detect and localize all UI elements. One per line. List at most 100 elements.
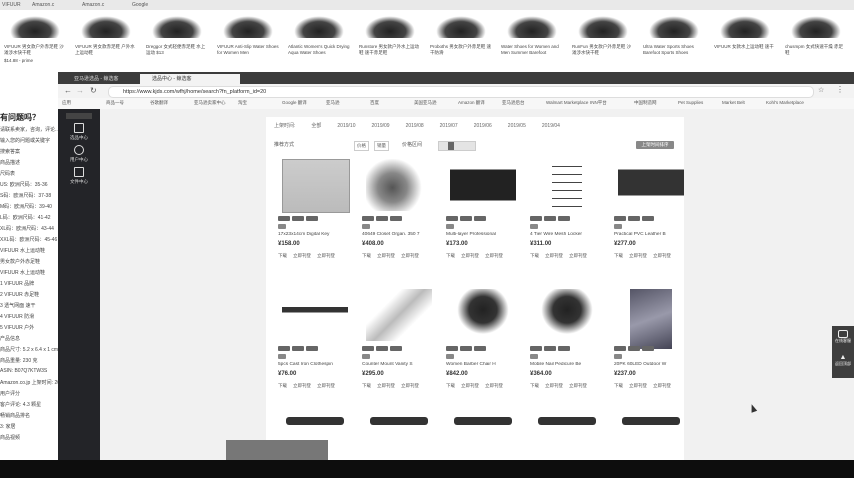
shoe-caption[interactable]: Proboths 男女款户外赤足鞋 速干防滑 xyxy=(430,44,492,58)
bookmark-item[interactable]: 亚马逊后台 xyxy=(502,100,525,106)
product-card[interactable]: Practical PVC Leather B ¥277.00 下载 立即刊登 立即刊登 xyxy=(614,159,688,265)
list-now-button[interactable]: 立即刊登 xyxy=(401,383,419,388)
bookmark-item[interactable]: 亚马逊卖家中心 xyxy=(194,100,226,106)
bookmark-item[interactable]: Pet Supplies xyxy=(678,100,703,105)
shoe-image[interactable] xyxy=(649,16,699,38)
list-now-button[interactable]: 立即刊登 xyxy=(545,253,563,258)
list-now-button[interactable]: 立即刊登 xyxy=(317,253,335,258)
menu-icon[interactable]: ⋮ xyxy=(836,85,844,94)
shoe-image[interactable] xyxy=(365,16,415,38)
download-button[interactable]: 下载 xyxy=(446,383,455,388)
shoe-product[interactable]: VIFUUR 男女款户外赤足鞋 沙滩涉水快干鞋 $14.88 - prime xyxy=(2,10,68,68)
product-title[interactable]: Practical PVC Leather B xyxy=(614,232,688,237)
shoe-image[interactable] xyxy=(507,16,557,38)
bookmark-item[interactable]: 淘宝 xyxy=(238,100,247,106)
nav-selection-center[interactable]: 选品中心 xyxy=(64,123,94,143)
back-icon[interactable]: ← xyxy=(64,86,72,95)
shoe-caption[interactable]: VIFUUR 男女款户外赤足鞋 沙滩涉水快干鞋 xyxy=(4,44,66,58)
shoe-image[interactable] xyxy=(720,16,770,38)
bg-tab[interactable]: Amazon.c xyxy=(32,1,54,9)
reload-icon[interactable]: ↻ xyxy=(90,86,97,95)
list-now-button[interactable]: 立即刊登 xyxy=(317,383,335,388)
shoe-product[interactable]: RunFun 男女款户外赤足鞋 沙滩涉水快干鞋 xyxy=(570,10,636,68)
bookmark-item[interactable]: 应用 xyxy=(62,100,71,106)
download-button[interactable]: 下载 xyxy=(530,253,539,258)
bg-tab[interactable]: VIFUUR xyxy=(2,1,21,9)
product-card[interactable]: Multi-layer Professional ¥173.00 下载 立即刊登 立即刊… xyxy=(446,159,520,265)
nav-user-center[interactable]: 用户中心 xyxy=(64,145,94,165)
shoe-caption[interactable]: VIFUUR Anti-Slip Water Shoes for Women M… xyxy=(217,44,279,58)
bookmark-item[interactable]: 中国制造网 xyxy=(634,100,657,106)
list-now-button[interactable]: 立即刊登 xyxy=(461,253,479,258)
shoe-caption[interactable]: Water Shoes for Women and Men Summer Bar… xyxy=(501,44,563,58)
product-image[interactable] xyxy=(622,417,680,425)
range-toggle[interactable] xyxy=(438,141,476,151)
shoe-caption[interactable]: Atlantic Women's Quick Drying Aqua Water… xyxy=(288,44,350,58)
customer-service-button[interactable]: 在线客服 xyxy=(834,330,852,344)
product-image[interactable] xyxy=(630,289,672,349)
shoe-image[interactable] xyxy=(81,16,131,38)
product-image[interactable] xyxy=(366,289,432,341)
shoe-product[interactable]: Proboths 男女款户外赤足鞋 速干防滑 xyxy=(428,10,494,68)
date-filter-option[interactable]: 2019/10 xyxy=(337,123,355,129)
product-title[interactable]: 40649 Closet Organ. 350 7 xyxy=(362,232,436,237)
date-filter-option[interactable]: 2019/09 xyxy=(371,123,389,129)
product-image[interactable] xyxy=(450,159,516,211)
shoe-caption[interactable]: VIFUUR 男女款赤足鞋 户外水上运动鞋 xyxy=(75,44,137,58)
product-image[interactable] xyxy=(366,159,432,211)
product-image[interactable] xyxy=(454,417,512,425)
list-now-button[interactable]: 立即刊登 xyxy=(629,383,647,388)
list-now-button[interactable]: 立即刊登 xyxy=(377,383,395,388)
sort-button[interactable]: 上架时间排序 xyxy=(636,141,674,149)
shoe-image[interactable] xyxy=(436,16,486,38)
date-filter-option[interactable]: 2019/08 xyxy=(406,123,424,129)
list-now-button[interactable]: 立即刊登 xyxy=(293,383,311,388)
download-button[interactable]: 下载 xyxy=(362,253,371,258)
product-image[interactable] xyxy=(534,289,600,341)
bookmark-item[interactable]: Google 翻译 xyxy=(282,100,307,106)
download-button[interactable]: 下载 xyxy=(530,383,539,388)
shoe-product[interactable]: Ultra Water Sports Shoes Barefoot Sports… xyxy=(641,10,707,68)
list-now-button[interactable]: 立即刊登 xyxy=(293,253,311,258)
shoe-image[interactable] xyxy=(578,16,628,38)
bookmark-item[interactable]: Amazon 翻译 xyxy=(458,100,485,106)
shoe-caption[interactable]: RunFun 男女款户外赤足鞋 沙滩涉水快干鞋 xyxy=(572,44,634,58)
product-image[interactable] xyxy=(282,289,348,341)
product-title[interactable]: 5pcs Cast Iron Clothespin xyxy=(278,362,352,367)
bookmark-item[interactable]: Market Belt xyxy=(722,100,745,105)
browser-tab[interactable]: 亚马逊选品 - 鲸选客 xyxy=(62,74,148,84)
list-now-button[interactable]: 立即刊登 xyxy=(569,253,587,258)
shoe-caption[interactable]: Dreggor 女式轻便赤足鞋 水上运动 $13 xyxy=(146,44,208,58)
download-button[interactable]: 下载 xyxy=(278,253,287,258)
bookmark-item[interactable]: INN平台 xyxy=(590,100,607,106)
bookmark-item[interactable]: 亚马逊 xyxy=(326,100,340,106)
back-to-top-button[interactable]: ▲ 返回顶部 xyxy=(834,354,852,367)
list-now-button[interactable]: 立即刊登 xyxy=(461,383,479,388)
product-image[interactable] xyxy=(282,159,350,213)
shoe-image[interactable] xyxy=(791,16,841,38)
list-now-button[interactable]: 立即刊登 xyxy=(653,253,671,258)
url-input[interactable]: https://www.kjds.com/wfhj/home/search?fn… xyxy=(108,86,814,98)
product-card[interactable]: Women Barber Chair H ¥842.00 下载 立即刊登 立即刊登 xyxy=(446,289,520,395)
product-title[interactable]: Mobile Nail Pedicure Be xyxy=(530,362,604,367)
shoe-image[interactable] xyxy=(294,16,344,38)
product-card[interactable]: Mobile Nail Pedicure Be ¥364.00 下载 立即刊登 立即刊登 xyxy=(530,289,604,395)
product-title[interactable]: Counter Mount Vanity S xyxy=(362,362,436,367)
shoe-product[interactable]: Runstore 男女款户外水上运动鞋 速干赤足鞋 xyxy=(357,10,423,68)
list-now-button[interactable]: 立即刊登 xyxy=(377,253,395,258)
download-button[interactable]: 下载 xyxy=(278,383,287,388)
product-card[interactable]: 5pcs Cast Iron Clothespin ¥76.00 下载 立即刊登 立即刊… xyxy=(278,289,352,395)
list-now-button[interactable]: 立即刊登 xyxy=(653,383,671,388)
product-title[interactable]: 20PK 60LED Outdoor W xyxy=(614,362,688,367)
bg-tab[interactable]: Amazon.c xyxy=(82,1,104,9)
list-now-button[interactable]: 立即刊登 xyxy=(629,253,647,258)
bookmark-item[interactable]: 谷歌翻译 xyxy=(150,100,168,106)
product-image[interactable] xyxy=(370,417,428,425)
bookmark-item[interactable]: Kohl's Marketplace xyxy=(766,100,804,105)
date-filter-option[interactable]: 全部 xyxy=(311,123,321,129)
price-select[interactable]: 价格 xyxy=(354,141,369,151)
product-image[interactable] xyxy=(618,159,684,211)
shoe-image[interactable] xyxy=(223,16,273,38)
list-now-button[interactable]: 立即刊登 xyxy=(569,383,587,388)
shoe-product[interactable]: VIFUUR Anti-Slip Water Shoes for Women M… xyxy=(215,10,281,68)
